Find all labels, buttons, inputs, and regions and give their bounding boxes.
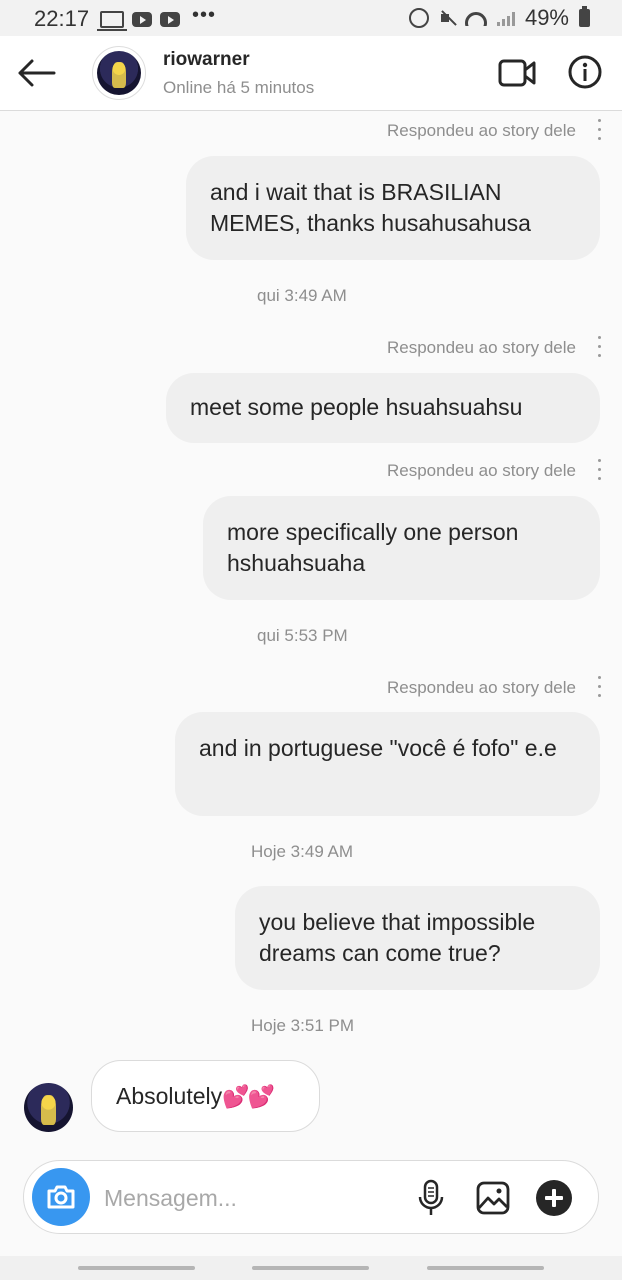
alarm-icon — [408, 8, 429, 28]
arrow-left-icon — [18, 59, 56, 87]
camera-icon — [47, 1185, 75, 1209]
more-options-icon[interactable] — [596, 676, 602, 702]
story-reply-label: Respondeu ao story dele — [386, 461, 576, 480]
video-call-button[interactable] — [498, 58, 536, 88]
story-reply-label: Respondeu ao story dele — [386, 338, 576, 357]
more-notifications-icon: ••• — [192, 4, 217, 26]
gallery-button[interactable] — [476, 1181, 510, 1215]
battery-icon — [579, 6, 590, 27]
info-button[interactable] — [568, 55, 602, 89]
message-thread[interactable]: Respondeu ao story dele and i wait that … — [0, 111, 622, 1151]
outgoing-message[interactable]: meet some people hsuahsuahsu — [166, 373, 600, 443]
camera-button[interactable] — [32, 1168, 90, 1226]
outgoing-message[interactable]: you believe that impossible dreams can c… — [235, 886, 600, 990]
incoming-message[interactable]: Absolutely💕💕 — [91, 1060, 320, 1132]
outgoing-message[interactable]: more specifically one person hshuahsuaha — [203, 496, 600, 600]
notification-icons: ••• — [97, 4, 216, 31]
info-icon — [568, 55, 602, 89]
avatar — [97, 51, 141, 95]
microphone-icon — [418, 1179, 444, 1215]
message-timestamp: qui 3:49 AM — [257, 286, 347, 305]
story-reply-label: Respondeu ao story dele — [386, 678, 576, 697]
hearts-emoji: 💕💕 — [222, 1084, 275, 1109]
message-input[interactable] — [102, 1179, 396, 1217]
add-content-button[interactable] — [536, 1180, 572, 1216]
outgoing-message[interactable]: and in portuguese "você é fofo" e.e — [175, 712, 600, 816]
outgoing-message[interactable]: and i wait that is BRASILIAN MEMES, than… — [186, 156, 600, 260]
back-button[interactable] — [16, 58, 56, 88]
message-timestamp: Hoje 3:49 AM — [251, 842, 354, 861]
incoming-message-text: Absolutely — [116, 1083, 223, 1109]
voice-message-button[interactable] — [418, 1179, 444, 1217]
chat-header: riowarner Online há 5 minutos — [0, 36, 622, 111]
contact-avatar[interactable] — [24, 1083, 73, 1132]
nav-back-button[interactable] — [78, 1266, 195, 1270]
youtube-icon — [132, 12, 152, 27]
nav-recents-button[interactable] — [427, 1266, 544, 1270]
presence-status: Online há 5 minutos — [163, 78, 315, 97]
more-options-icon[interactable] — [596, 459, 602, 485]
more-options-icon[interactable] — [596, 119, 602, 145]
status-bar: 22:17 ••• 49% — [0, 0, 622, 36]
message-timestamp: qui 5:53 PM — [257, 626, 348, 645]
youtube-icon — [160, 12, 180, 27]
more-options-icon[interactable] — [596, 336, 602, 362]
mute-icon — [439, 10, 455, 26]
system-icons: 49% — [408, 5, 590, 31]
contact-username[interactable]: riowarner — [163, 49, 250, 71]
battery-percent: 49% — [524, 5, 569, 30]
laptop-icon — [97, 11, 127, 31]
status-time: 22:17 — [34, 6, 90, 31]
system-navigation-bar — [0, 1256, 622, 1280]
image-icon — [476, 1181, 510, 1215]
wifi-icon — [464, 10, 487, 26]
contact-avatar-button[interactable] — [92, 46, 146, 100]
video-camera-icon — [498, 59, 536, 87]
nav-home-button[interactable] — [252, 1266, 369, 1270]
story-reply-label: Respondeu ao story dele — [386, 121, 576, 140]
message-composer — [23, 1160, 599, 1234]
signal-icon — [496, 10, 515, 26]
message-timestamp: Hoje 3:51 PM — [251, 1016, 354, 1035]
